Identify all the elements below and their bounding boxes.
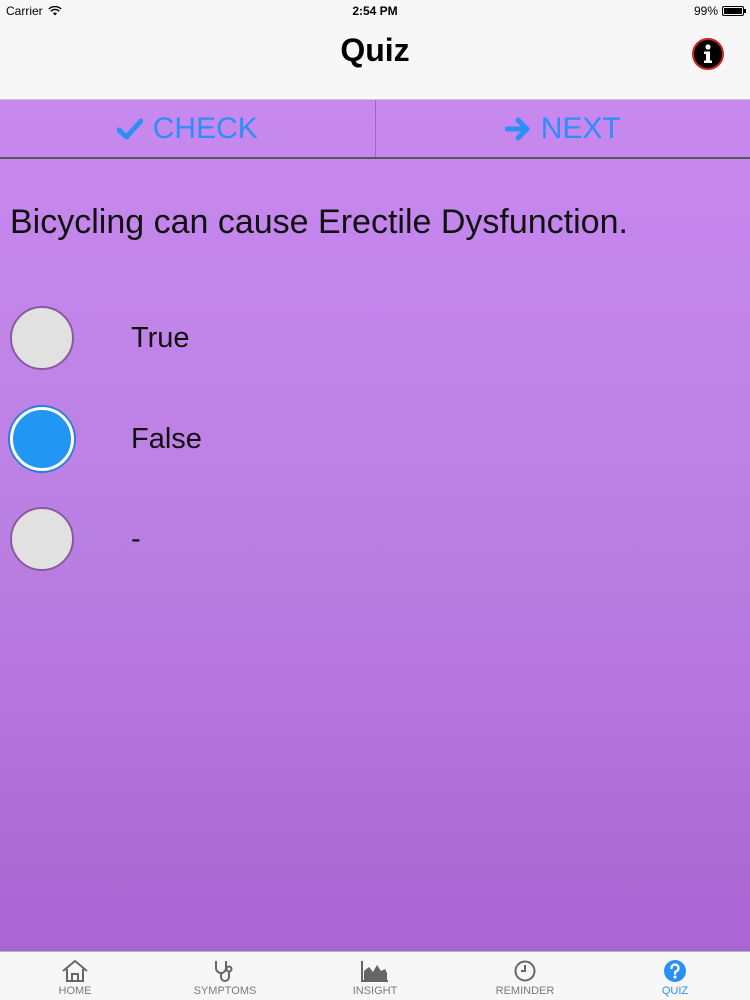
tab-label: REMINDER (495, 985, 555, 997)
tab-home[interactable]: HOME (0, 952, 150, 1000)
tab-insight[interactable]: INSIGHT (300, 952, 450, 1000)
battery-level (724, 8, 742, 14)
tab-label: QUIZ (661, 985, 689, 997)
checkmark-icon (116, 118, 143, 139)
option-label: False (131, 422, 202, 455)
option-label: - (131, 522, 141, 555)
next-button[interactable]: NEXT (374, 100, 750, 157)
tab-label: SYMPTOMS (193, 985, 257, 997)
tab-symptoms[interactable]: SYMPTOMS (150, 952, 300, 1000)
arrow-right-icon (504, 117, 530, 140)
option-dash[interactable]: - (10, 505, 710, 573)
radio-button[interactable] (10, 306, 74, 370)
tab-bar: HOME SYMPTOMS INSIGHT REMINDER QUIZ (0, 951, 750, 1000)
option-false[interactable]: False (10, 405, 710, 473)
page-title: Quiz (340, 32, 410, 68)
info-button[interactable] (692, 38, 724, 70)
option-label: True (131, 321, 190, 354)
navigation-bar: Quiz (0, 22, 750, 100)
status-time: 2:54 PM (352, 4, 398, 18)
check-button-label: CHECK (152, 111, 258, 145)
question-icon (664, 960, 686, 982)
radio-button[interactable] (10, 407, 74, 471)
question-text: Bicycling can cause Erectile Dysfunction… (10, 203, 628, 241)
next-button-label: NEXT (540, 111, 621, 145)
home-icon (62, 960, 88, 982)
stethoscope-icon (215, 961, 233, 982)
tab-label: HOME (58, 985, 92, 997)
status-battery: 99% (693, 4, 746, 18)
status-bar: Carrier 2:54 PM 99% (0, 0, 750, 22)
quiz-content: CHECK NEXT Bicycling can cause Erectile … (0, 100, 750, 951)
clock-icon (514, 960, 536, 982)
option-true[interactable]: True (10, 304, 710, 372)
tab-reminder[interactable]: REMINDER (450, 952, 600, 1000)
tab-quiz[interactable]: QUIZ (600, 952, 750, 1000)
tab-label: INSIGHT (352, 985, 398, 997)
radio-button[interactable] (10, 507, 74, 571)
area-chart-icon (361, 961, 388, 982)
check-button[interactable]: CHECK (0, 100, 375, 157)
battery-percent: 99% (693, 4, 718, 18)
battery-icon (722, 6, 746, 16)
info-icon (704, 44, 712, 63)
action-bar: CHECK NEXT (0, 100, 750, 159)
